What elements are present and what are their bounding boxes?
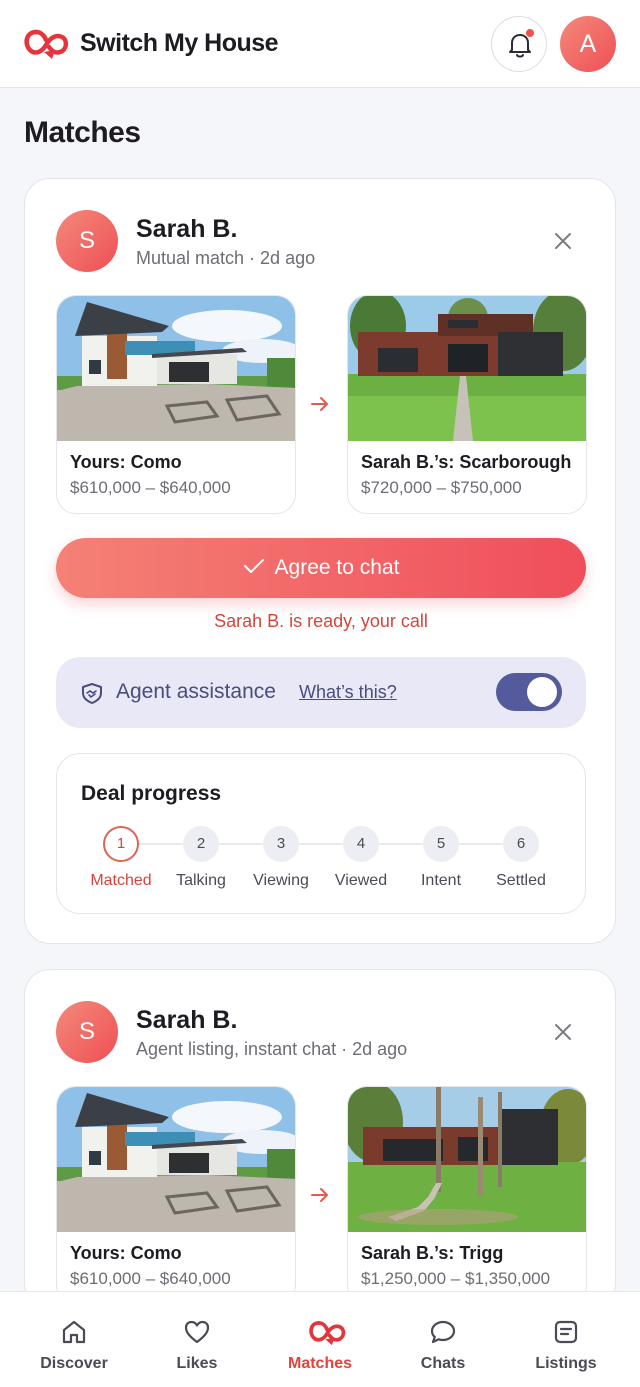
arrow-right-icon bbox=[311, 1188, 328, 1202]
step-number: 2 bbox=[183, 826, 219, 862]
deal-progress-panel: Deal progress 1 Matched 2 Talking 3 View… bbox=[56, 753, 586, 914]
toggle-knob bbox=[527, 677, 557, 707]
deal-progress-title: Deal progress bbox=[81, 782, 222, 805]
matches-logo-icon bbox=[309, 1321, 346, 1346]
step-label: Talking bbox=[176, 872, 226, 889]
match-subtitle: Agent listing, instant chat · 2d ago bbox=[136, 1039, 408, 1059]
brand-name: Switch My House bbox=[80, 29, 279, 57]
step-label: Matched bbox=[90, 872, 152, 889]
your-listing-card[interactable]: Yours: Como $610,000 – $640,000 bbox=[56, 1086, 296, 1305]
handshake-shield-icon bbox=[82, 683, 102, 704]
top-bar: Switch My House A bbox=[0, 0, 640, 88]
step-number: 3 bbox=[263, 826, 299, 862]
listings-icon bbox=[554, 1320, 578, 1344]
your-listing-price: $610,000 – $640,000 bbox=[70, 1269, 231, 1288]
their-house-photo bbox=[348, 296, 586, 441]
user-avatar[interactable]: A bbox=[560, 16, 616, 72]
progress-step-intent: 5 Intent bbox=[401, 826, 481, 890]
ready-status-text: Sarah B. is ready, your call bbox=[214, 611, 428, 631]
your-house-photo bbox=[57, 1087, 295, 1232]
nav-chats-label: Chats bbox=[420, 1355, 466, 1372]
nav-discover-label: Discover bbox=[40, 1355, 108, 1372]
heart-icon bbox=[184, 1320, 210, 1344]
step-number: 6 bbox=[503, 826, 539, 862]
bottom-nav: Discover Likes Matches Chats Listings bbox=[0, 1291, 640, 1387]
match-subtitle: Mutual match · 2d ago bbox=[136, 248, 316, 268]
progress-step-viewing: 3 Viewing bbox=[241, 826, 321, 890]
agree-to-chat-label: Agree to chat bbox=[274, 556, 400, 579]
progress-step-matched: 1 Matched bbox=[81, 826, 161, 890]
their-house-photo bbox=[348, 1087, 586, 1232]
step-label: Viewed bbox=[334, 872, 388, 889]
match-name: Sarah B. bbox=[136, 1006, 238, 1034]
nav-likes[interactable]: Likes bbox=[133, 1292, 261, 1387]
step-number: 1 bbox=[103, 826, 139, 862]
page-title: Matches bbox=[24, 116, 141, 149]
chat-bubble-icon bbox=[430, 1320, 456, 1344]
their-listing-card[interactable]: Sarah B.’s: Trigg $1,250,000 – $1,350,00… bbox=[347, 1086, 587, 1305]
agent-assistance-toggle[interactable] bbox=[496, 673, 562, 711]
nav-likes-label: Likes bbox=[176, 1355, 218, 1372]
match-avatar: S bbox=[56, 210, 118, 272]
dismiss-match-icon[interactable] bbox=[551, 229, 575, 253]
step-number: 4 bbox=[343, 826, 379, 862]
nav-matches[interactable]: Matches bbox=[256, 1292, 384, 1387]
step-number: 5 bbox=[423, 826, 459, 862]
match-card: S Sarah B. Mutual match · 2d ago Yours: … bbox=[24, 178, 616, 944]
match-avatar: S bbox=[56, 1001, 118, 1063]
brand-logo-icon bbox=[24, 29, 69, 59]
match-name: Sarah B. bbox=[136, 215, 238, 243]
agree-to-chat-button[interactable]: Agree to chat bbox=[56, 538, 586, 598]
dismiss-match-icon[interactable] bbox=[551, 1020, 575, 1044]
your-listing-title: Yours: Como bbox=[70, 452, 182, 472]
progress-step-viewed: 4 Viewed bbox=[321, 826, 401, 890]
their-listing-title: Sarah B.’s: Scarborough bbox=[361, 452, 572, 472]
their-listing-price: $1,250,000 – $1,350,000 bbox=[361, 1269, 551, 1288]
nav-discover[interactable]: Discover bbox=[10, 1292, 138, 1387]
agent-assistance-bar: Agent assistance What’s this? bbox=[56, 657, 586, 728]
their-listing-card[interactable]: Sarah B.’s: Scarborough $720,000 – $750,… bbox=[347, 295, 587, 514]
step-label: Intent bbox=[420, 872, 462, 889]
their-listing-price: $720,000 – $750,000 bbox=[361, 478, 522, 497]
arrow-right-icon bbox=[311, 397, 328, 411]
match-card: S Sarah B. Agent listing, instant chat ·… bbox=[24, 969, 616, 1309]
nav-listings-label: Listings bbox=[535, 1355, 597, 1372]
nav-chats[interactable]: Chats bbox=[379, 1292, 507, 1387]
check-icon bbox=[243, 559, 264, 574]
agent-assistance-label: Agent assistance bbox=[116, 680, 276, 703]
your-house-photo bbox=[57, 296, 295, 441]
your-listing-card[interactable]: Yours: Como $610,000 – $640,000 bbox=[56, 295, 296, 514]
notification-dot bbox=[526, 29, 534, 37]
nav-matches-label: Matches bbox=[287, 1355, 353, 1372]
whats-this-link[interactable]: What’s this? bbox=[299, 682, 397, 703]
step-label: Settled bbox=[496, 872, 546, 889]
notifications-button[interactable] bbox=[491, 16, 547, 72]
progress-step-settled: 6 Settled bbox=[481, 826, 561, 890]
nav-listings[interactable]: Listings bbox=[502, 1292, 630, 1387]
your-listing-title: Yours: Como bbox=[70, 1243, 182, 1263]
home-icon bbox=[62, 1320, 86, 1344]
their-listing-title: Sarah B.’s: Trigg bbox=[361, 1243, 504, 1263]
your-listing-price: $610,000 – $640,000 bbox=[70, 478, 231, 497]
step-label: Viewing bbox=[253, 872, 309, 889]
progress-step-talking: 2 Talking bbox=[161, 826, 241, 890]
